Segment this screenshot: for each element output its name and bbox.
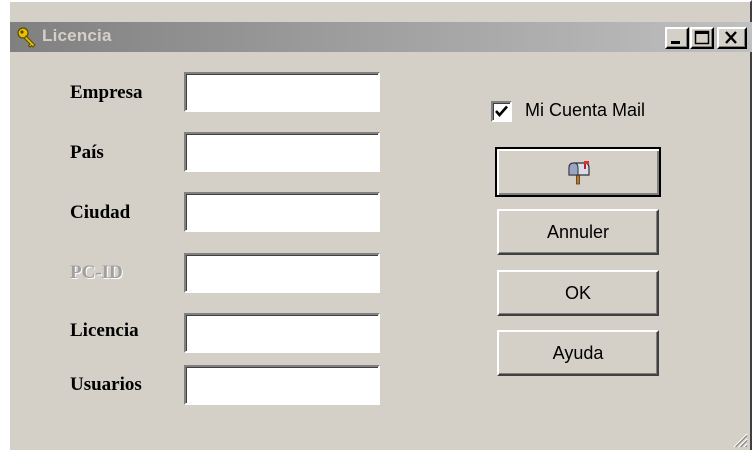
minimize-icon [671,41,680,44]
licencia-field[interactable] [184,313,380,353]
ok-button[interactable]: OK [497,270,659,316]
maximize-button[interactable] [690,27,714,49]
title-bar[interactable]: Licencia [10,22,752,52]
resize-grip-icon[interactable] [730,430,748,448]
window-title: Licencia [42,26,112,45]
empresa-field[interactable] [184,72,380,112]
mail-button[interactable] [495,147,661,197]
usuarios-field[interactable] [184,365,380,405]
license-dialog: Licencia Empresa País Ciudad PC-ID Licen… [8,0,752,450]
mail-account-label: Mi Cuenta Mail [525,100,646,120]
close-button[interactable] [717,27,747,49]
checkmark-icon [495,105,508,117]
pc-id-field[interactable] [184,253,380,293]
close-icon [725,31,737,44]
mailbox-icon [568,161,590,185]
pais-field[interactable] [184,132,380,172]
pais-label: País [70,142,104,163]
usuarios-label: Usuarios [70,374,142,395]
empresa-label: Empresa [70,82,143,103]
ciudad-label: Ciudad [70,202,131,223]
licencia-label: Licencia [70,320,139,341]
ciudad-field[interactable] [184,192,380,232]
help-button[interactable]: Ayuda [497,330,659,376]
key-icon [17,27,36,48]
cancel-button[interactable]: Annuler [497,209,659,255]
minimize-button[interactable] [665,27,689,49]
pc-id-label: PC-ID [70,262,123,283]
maximize-icon [694,30,710,45]
checkbox-box[interactable] [491,101,512,122]
